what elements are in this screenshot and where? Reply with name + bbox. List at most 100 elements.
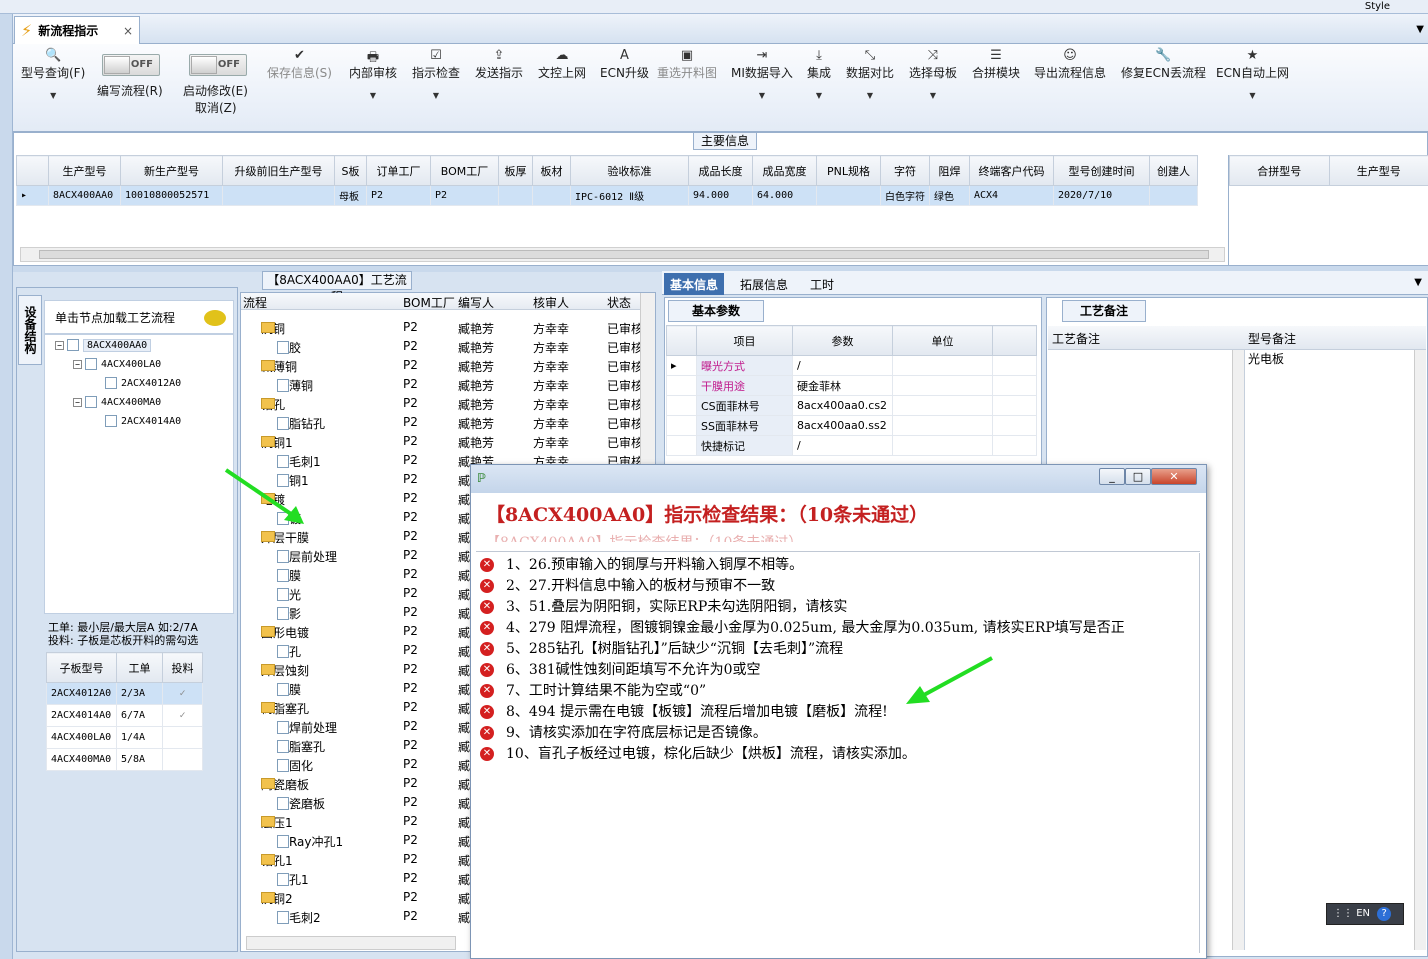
col-header[interactable]: 升级前旧生产型号 (222, 155, 335, 186)
col-header[interactable]: 状态 (607, 294, 631, 311)
col-header[interactable]: 型号备注 (1248, 330, 1296, 347)
folder-icon (261, 531, 275, 542)
ecn-auto-online-button[interactable]: ★ ECN自动上网 ▼ (1216, 48, 1289, 100)
table-row[interactable]: 2ACX4012A0 2/3A ✓ (46, 682, 203, 705)
col-header[interactable]: 板材 (532, 155, 571, 186)
col-header[interactable]: 新生产型号 (120, 155, 223, 186)
col-header[interactable]: 生产型号 (48, 155, 121, 186)
param-row[interactable]: CS面菲林号 8acx400aa0.cs2 (666, 395, 1037, 416)
param-row[interactable]: 干膜用途 硬金菲林 (666, 375, 1037, 396)
table-row[interactable]: ▸ 8ACX400AA0 10010800052571 母板 P2 P2 IPC… (16, 185, 1198, 206)
repair-ecn-button[interactable]: 🔧 修复ECN丢流程 (1121, 48, 1206, 81)
col-header[interactable]: BOM工厂 (403, 294, 455, 311)
col-header[interactable]: 生产型号 (1328, 155, 1428, 186)
col-header[interactable]: BOM工厂 (430, 155, 499, 186)
col-header[interactable]: 终端客户代码 (969, 155, 1054, 186)
close-button[interactable]: ✕ (1151, 468, 1197, 485)
col-header[interactable]: 阻焊 (929, 155, 970, 186)
chevron-down-icon[interactable]: ▼ (1414, 277, 1422, 288)
tree-node[interactable]: 2ACX4012A0 (105, 377, 181, 389)
select-mother-board-button[interactable]: ⤨ 选择母板 ▼ (909, 48, 957, 100)
data-compare-button[interactable]: ⤡ 数据对比 ▼ (846, 48, 894, 100)
model-note-value[interactable]: 光电板 (1248, 350, 1284, 367)
col-header[interactable]: 型号创建时间 (1053, 155, 1150, 186)
flow-row[interactable]: −沉铜1P2臧艳芳方幸幸已审核 (241, 432, 643, 451)
tab-extended-info[interactable]: 拓展信息 (734, 273, 794, 295)
auto-modify-toggle[interactable]: OFF (189, 54, 247, 76)
col-header[interactable]: 合拼型号 (1229, 155, 1330, 186)
ecn-upgrade-button[interactable]: A ECN升级 (600, 48, 649, 81)
flow-row[interactable]: 树脂钻孔 P2 臧艳芳 方幸幸 已审核 (241, 413, 643, 432)
flow-row[interactable]: −钻孔P2臧艳芳方幸幸已审核 (241, 394, 643, 413)
table-row[interactable]: 4ACX400LA0 1/4A (46, 726, 203, 749)
chevron-down-icon[interactable]: ▼ (1416, 24, 1424, 35)
param-row[interactable]: 快捷标记 / (666, 435, 1037, 456)
minimize-button[interactable]: _ (1099, 468, 1125, 485)
row-pointer-icon: ▸ (16, 185, 49, 206)
flow-row[interactable]: −减薄铜P2臧艳芳方幸幸已审核 (241, 356, 643, 375)
ime-language-bar[interactable]: ⋮⋮ EN ? (1326, 903, 1404, 925)
send-instruction-button[interactable]: ⇪ 发送指示 (475, 48, 523, 81)
mi-import-button[interactable]: ⇥ MI数据导入 ▼ (731, 48, 793, 100)
close-icon[interactable]: × (123, 24, 133, 38)
table-row[interactable]: 4ACX400MA0 5/8A (46, 748, 203, 771)
internal-review-button[interactable]: 🖶 内部审核 ▼ (349, 48, 397, 100)
error-item: ✕ 5、285钻孔【树脂钻孔】”后缺少“沉铜【去毛刺】”流程 (480, 638, 843, 659)
folder-icon (261, 398, 275, 409)
param-row[interactable]: SS面菲林号 8acx400aa0.ss2 (666, 415, 1037, 436)
tab-structure[interactable]: 设备结构 (18, 295, 42, 365)
col-header[interactable]: S板 (334, 155, 367, 186)
error-icon: ✕ (480, 705, 494, 719)
cancel-button[interactable]: 取消(Z) (195, 99, 237, 116)
checkbox[interactable]: ✓ (162, 704, 203, 727)
tab-work-hours[interactable]: 工时 (804, 273, 840, 295)
col-header[interactable]: 订单工厂 (366, 155, 431, 186)
col-header[interactable]: PNL规格 (816, 155, 881, 186)
col-header[interactable]: 成品宽度 (752, 155, 817, 186)
checkbox[interactable] (162, 726, 203, 749)
maximize-button[interactable]: □ (1125, 468, 1151, 485)
doc-control-online-button[interactable]: ☁ 文控上网 (538, 48, 586, 81)
col-header[interactable]: 创建人 (1149, 155, 1198, 186)
edit-flow-toggle[interactable]: OFF (102, 54, 160, 76)
col-header[interactable]: 流程 (243, 294, 267, 311)
col-header[interactable]: 工艺备注 (1052, 330, 1100, 347)
save-info-button[interactable]: ✔ 保存信息(S) (267, 48, 332, 81)
vertical-scrollbar[interactable] (1232, 350, 1244, 950)
col-header[interactable]: 板厚 (498, 155, 533, 186)
flow-row[interactable]: 除胶 P2 臧艳芳 方幸幸 已审核 (241, 337, 643, 356)
flow-row[interactable]: −沉铜P2臧艳芳方幸幸已审核 (241, 318, 643, 337)
tree-node[interactable]: −8ACX400AA0 (55, 339, 152, 352)
table-row[interactable]: 2ACX4014A0 6/7A ✓ (46, 704, 203, 727)
flow-row[interactable]: 减薄铜 P2 臧艳芳 方幸幸 已审核 (241, 375, 643, 394)
horizontal-scrollbar[interactable] (20, 247, 1225, 262)
dialog-title-reflection: 【8ACX400AA0】指示检查结果：（10条未通过） (486, 532, 802, 542)
horizontal-scrollbar[interactable] (246, 936, 456, 950)
craft-notes-header: 工艺备注 (1062, 300, 1146, 322)
tab-basic-info[interactable]: 基本信息 (664, 273, 725, 295)
col-header[interactable]: 编写人 (458, 294, 494, 311)
param-row[interactable]: ▸ 曝光方式 / (666, 355, 1037, 376)
merge-module-button[interactable]: ☰ 合拼模块 (972, 48, 1020, 81)
model-query-button[interactable]: 🔍 型号查询(F) ▼ (21, 48, 85, 100)
col-header[interactable]: 成品长度 (688, 155, 753, 186)
checkbox[interactable] (162, 748, 203, 771)
tab-new-flow[interactable]: ⚡ 新流程指示 × (14, 16, 140, 44)
col-header[interactable]: 验收标准 (570, 155, 689, 186)
vertical-scrollbar[interactable] (1414, 350, 1426, 950)
detail-tabs: 基本信息 拓展信息 工时 ▼ (662, 271, 1428, 295)
structure-tree[interactable]: −8ACX400AA0 −4ACX400LA0 2ACX4012A0 −4ACX… (44, 334, 234, 614)
style-label[interactable]: Style (1365, 1, 1390, 12)
ribbon-toolbar: 🔍 型号查询(F) ▼ OFF 编写流程(R) OFF 启动修改(E) 取消(Z) … (13, 44, 1428, 132)
tree-node[interactable]: −4ACX400MA0 (73, 396, 161, 408)
col-header[interactable]: 字符 (880, 155, 930, 186)
help-icon[interactable]: ? (1377, 907, 1392, 921)
tree-node[interactable]: −4ACX400LA0 (73, 358, 161, 370)
instruction-check-button[interactable]: ☑ 指示检查 ▼ (412, 48, 460, 100)
export-flow-button[interactable]: ☺ 导出流程信息 (1034, 48, 1106, 81)
tree-node[interactable]: 2ACX4014A0 (105, 415, 181, 427)
reselect-cutting-button[interactable]: ▣ 重选开料图 (657, 48, 717, 81)
col-header[interactable]: 核审人 (533, 294, 569, 311)
integrate-button[interactable]: ⤓ 集成 ▼ (807, 48, 831, 100)
checkbox[interactable]: ✓ (162, 682, 203, 705)
